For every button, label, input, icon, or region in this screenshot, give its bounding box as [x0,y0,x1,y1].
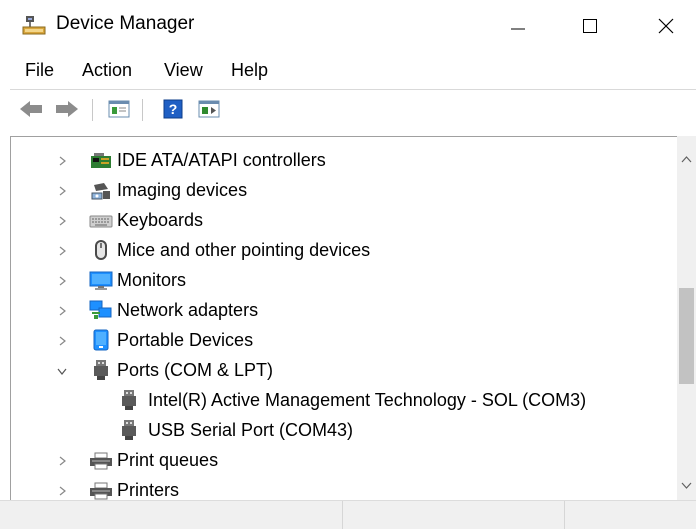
tree-item-label: Network adapters [117,300,259,320]
tree-item-ports[interactable]: Ports (COM & LPT) [11,357,671,385]
toolbar: ? [0,90,696,128]
tree-item-label: IDE ATA/ATAPI controllers [117,150,326,170]
tree-item-keyboards[interactable]: Keyboards [11,207,671,235]
tree-item-label: Keyboards [117,210,204,230]
chevron-down-icon[interactable] [56,366,68,378]
printer-icon [89,450,113,472]
properties-icon [108,100,130,118]
back-arrow-icon [20,101,42,117]
maximize-icon [583,19,597,33]
device-manager-icon [22,14,46,36]
status-bar-panel [564,501,696,529]
tree-item-label: Intel(R) Active Management Technology - … [148,390,587,410]
properties-button[interactable] [106,97,132,121]
chevron-right-icon[interactable] [57,335,69,347]
status-bar [0,500,696,529]
tree-item-mice[interactable]: Mice and other pointing devices [11,237,671,265]
back-button[interactable] [18,97,44,121]
window-title: Device Manager [56,13,195,34]
svg-text:?: ? [169,101,178,117]
menu-file[interactable]: File [25,60,54,81]
chevron-right-icon[interactable] [57,185,69,197]
tree-item-portable-devices[interactable]: Portable Devices [11,327,671,355]
chevron-right-icon[interactable] [57,485,69,497]
scrollbar-thumb[interactable] [679,288,694,384]
forward-arrow-icon [56,101,78,117]
minimize-button[interactable] [488,0,548,52]
tree-item-usb-serial-port[interactable]: USB Serial Port (COM43) [11,417,671,445]
tree-item-monitors[interactable]: Monitors [11,267,671,295]
tree-item-network-adapters[interactable]: Network adapters [11,297,671,325]
tree-item-printers[interactable]: Printers [11,477,671,500]
title-bar: Device Manager [0,0,696,52]
ide-controller-icon [89,150,113,172]
port-icon [117,389,141,411]
tree-item-label: Print queues [117,450,219,470]
chevron-right-icon[interactable] [57,215,69,227]
help-button[interactable]: ? [160,97,186,121]
scroll-down-icon[interactable] [681,476,692,494]
portable-device-icon [89,329,113,351]
menu-help[interactable]: Help [231,60,268,81]
minimize-icon [511,28,525,30]
port-icon [89,359,113,381]
network-adapter-icon [89,299,113,321]
mouse-icon [89,239,113,261]
scroll-up-icon[interactable] [681,150,692,168]
monitor-icon [89,270,113,292]
tree-item-imaging-devices[interactable]: Imaging devices [11,177,671,205]
menu-view[interactable]: View [164,60,203,81]
tree-item-label: Portable Devices [117,330,254,350]
update-driver-icon [198,100,220,118]
keyboard-icon [89,210,113,232]
chevron-right-icon[interactable] [57,275,69,287]
tree-item-ide-controllers[interactable]: IDE ATA/ATAPI controllers [11,147,671,175]
menu-bar: File Action View Help [0,56,696,88]
chevron-right-icon[interactable] [57,155,69,167]
tree-item-label: Imaging devices [117,180,248,200]
toolbar-separator [142,99,143,121]
device-tree[interactable]: IDE ATA/ATAPI controllers Imaging device… [10,136,696,500]
chevron-right-icon[interactable] [57,245,69,257]
help-icon: ? [163,99,183,119]
tree-item-label: USB Serial Port (COM43) [148,420,354,440]
tree-item-label: Ports (COM & LPT) [117,360,274,380]
camera-icon [89,180,113,202]
tree-item-intel-amt-sol[interactable]: Intel(R) Active Management Technology - … [11,387,671,415]
chevron-right-icon[interactable] [57,455,69,467]
maximize-button[interactable] [560,0,620,52]
update-driver-button[interactable] [196,97,222,121]
tree-item-label: Mice and other pointing devices [117,240,371,260]
status-bar-panel [342,501,564,529]
printer-icon [89,480,113,500]
vertical-scrollbar[interactable] [677,136,696,500]
menu-action[interactable]: Action [82,60,132,81]
port-icon [117,419,141,441]
toolbar-separator [92,99,93,121]
forward-button[interactable] [54,97,80,121]
tree-item-label: Monitors [117,270,187,290]
chevron-right-icon[interactable] [57,305,69,317]
close-icon [658,18,674,34]
tree-item-print-queues[interactable]: Print queues [11,447,671,475]
tree-item-label: Printers [117,480,180,500]
close-button[interactable] [636,0,696,52]
